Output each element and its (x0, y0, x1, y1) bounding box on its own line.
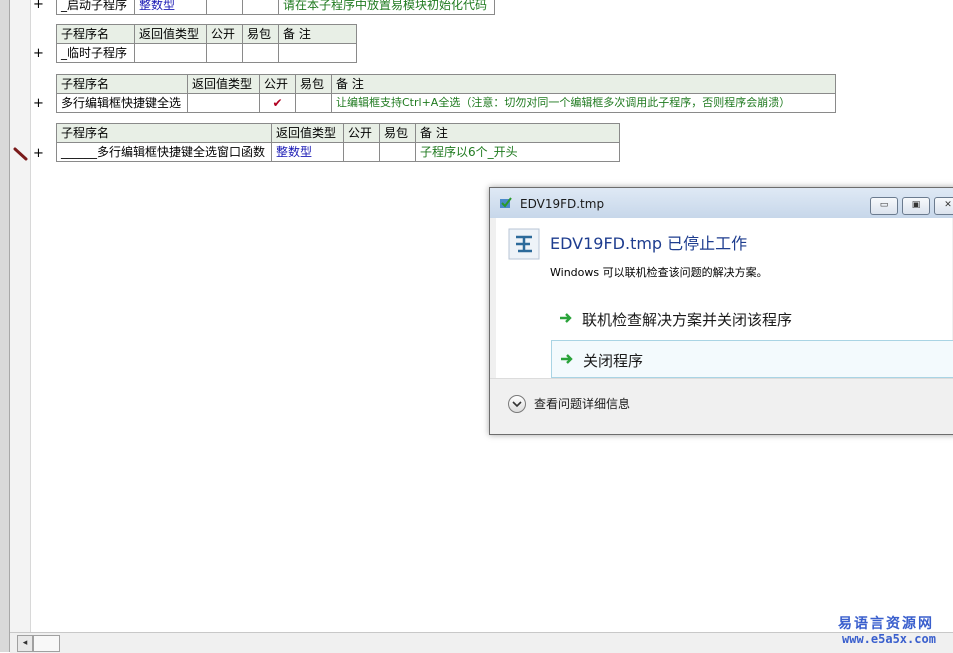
note-cell[interactable]: 子程序以6个_开头 (415, 142, 620, 162)
return-type[interactable]: 整数型 (134, 0, 207, 15)
package-flag[interactable] (242, 43, 279, 63)
public-flag[interactable] (206, 43, 243, 63)
expand-toggle[interactable]: + (33, 97, 44, 111)
expand-details-button[interactable] (508, 395, 526, 413)
return-type[interactable] (134, 43, 207, 63)
table-header-row: 子程序名 返回值类型 公开 易包 备 注 (56, 123, 620, 143)
note-cell[interactable]: 让编辑框支持Ctrl+A全选（注意：切勿对同一个编辑框多次调用此子程序，否则程序… (331, 93, 836, 113)
header-public: 公开 (206, 24, 243, 44)
header-note: 备 注 (415, 123, 620, 143)
close-program-label: 关闭程序 (583, 352, 644, 370)
scroll-thumb[interactable] (33, 635, 60, 652)
table-header-row: 子程序名 返回值类型 公开 易包 备 注 (56, 74, 836, 94)
header-return-type: 返回值类型 (187, 74, 260, 94)
package-flag[interactable] (242, 0, 279, 15)
header-package: 易包 (295, 74, 332, 94)
package-flag[interactable] (379, 142, 416, 162)
program-icon (508, 228, 540, 260)
error-dialog[interactable]: EDV19FD.tmp ▭ ▣ ✕ EDV19FD.tmp 已停止工作 Wind… (489, 187, 953, 435)
return-type[interactable] (187, 93, 260, 113)
header-public: 公开 (343, 123, 380, 143)
subroutine-table: 子程序名 返回值类型 公开 易包 备 注 多行编辑框快捷键全选 ✔ 让编辑框支持… (56, 74, 836, 113)
green-arrow-icon (560, 352, 574, 366)
breakpoint-gutter[interactable] (10, 0, 31, 652)
watermark-title: 易语言资源网 (838, 616, 934, 632)
subroutine-name[interactable]: _临时子程序 (56, 43, 135, 63)
horizontal-scrollbar[interactable]: ◂ (10, 632, 953, 653)
sub-message: Windows 可以联机检查该问题的解决方案。 (550, 266, 768, 279)
header-return-type: 返回值类型 (134, 24, 207, 44)
close-program-option[interactable]: 关闭程序 (551, 340, 953, 378)
dialog-footer: 查看问题详细信息 (490, 378, 953, 434)
main-message: EDV19FD.tmp 已停止工作 (550, 234, 748, 253)
pencil-marker-icon (13, 147, 29, 161)
subroutine-name[interactable]: 多行编辑框快捷键全选 (56, 93, 188, 113)
header-return-type: 返回值类型 (271, 123, 344, 143)
subroutine-table: 子程序名 返回值类型 公开 易包 备 注 _临时子程序 (56, 24, 357, 63)
close-button[interactable]: ✕ (934, 197, 953, 215)
dialog-titlebar[interactable]: EDV19FD.tmp ▭ ▣ ✕ (490, 188, 953, 218)
check-online-label: 联机检查解决方案并关闭该程序 (582, 311, 793, 329)
dialog-title: EDV19FD.tmp (520, 197, 605, 211)
header-note: 备 注 (278, 24, 357, 44)
scroll-left-button[interactable]: ◂ (17, 635, 33, 652)
expand-toggle[interactable]: + (33, 0, 44, 12)
note-cell[interactable] (278, 43, 357, 63)
header-name: 子程序名 (56, 24, 135, 44)
subroutine-name[interactable]: _启动子程序 (56, 0, 135, 15)
subroutine-name[interactable]: ______多行编辑框快捷键全选窗口函数 (56, 142, 272, 162)
left-gutter (0, 0, 10, 652)
check-online-option[interactable]: 联机检查解决方案并关闭该程序 (551, 300, 953, 336)
header-name: 子程序名 (56, 123, 272, 143)
note-cell[interactable]: 请在本子程序中放置易模块初始化代码 (278, 0, 495, 15)
public-flag[interactable] (206, 0, 243, 15)
return-type[interactable]: 整数型 (271, 142, 344, 162)
app-icon (499, 196, 513, 210)
header-package: 易包 (379, 123, 416, 143)
public-flag[interactable] (343, 142, 380, 162)
table-row[interactable]: _启动子程序 整数型 请在本子程序中放置易模块初始化代码 (56, 0, 495, 15)
header-public: 公开 (259, 74, 296, 94)
table-header-row: 子程序名 返回值类型 公开 易包 备 注 (56, 24, 357, 44)
header-note: 备 注 (331, 74, 836, 94)
expand-toggle[interactable]: + (33, 147, 44, 161)
table-row[interactable]: _临时子程序 (56, 43, 357, 63)
expand-toggle[interactable]: + (33, 47, 44, 61)
subroutine-table: 子程序名 返回值类型 公开 易包 备 注 ______多行编辑框快捷键全选窗口函… (56, 123, 620, 162)
package-flag[interactable] (295, 93, 332, 113)
watermark-url: www.e5a5x.com (842, 632, 936, 646)
header-name: 子程序名 (56, 74, 188, 94)
header-package: 易包 (242, 24, 279, 44)
subroutine-table: _启动子程序 整数型 请在本子程序中放置易模块初始化代码 (56, 0, 495, 15)
table-row[interactable]: ______多行编辑框快捷键全选窗口函数 整数型 子程序以6个_开头 (56, 142, 620, 162)
green-arrow-icon (559, 311, 573, 325)
table-row[interactable]: 多行编辑框快捷键全选 ✔ 让编辑框支持Ctrl+A全选（注意：切勿对同一个编辑框… (56, 93, 836, 113)
dialog-body: EDV19FD.tmp 已停止工作 Windows 可以联机检查该问题的解决方案… (496, 218, 953, 379)
maximize-button[interactable]: ▣ (902, 197, 930, 215)
minimize-button[interactable]: ▭ (870, 197, 898, 215)
public-check-icon[interactable]: ✔ (259, 93, 296, 113)
view-details-label[interactable]: 查看问题详细信息 (534, 395, 630, 412)
